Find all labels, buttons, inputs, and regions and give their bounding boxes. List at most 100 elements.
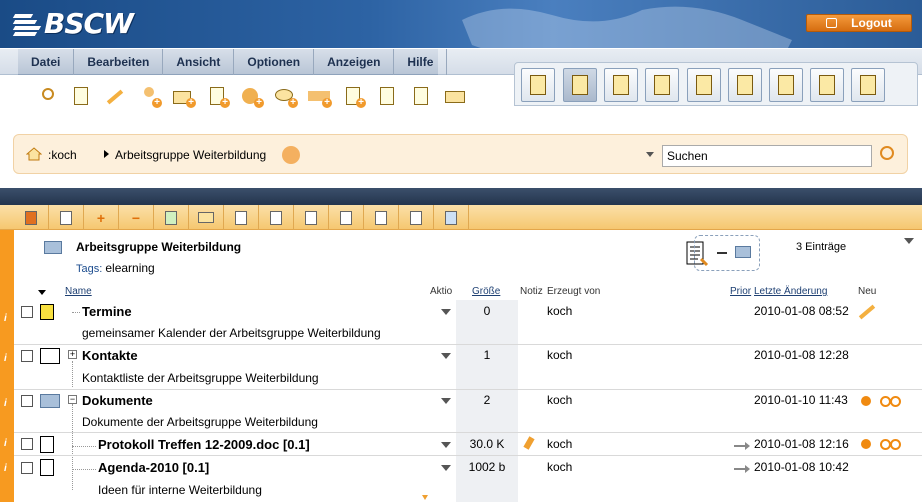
col-groesse[interactable]: Größe <box>472 286 500 297</box>
add-member-icon[interactable]: + <box>136 84 164 110</box>
card-icon[interactable] <box>442 84 470 110</box>
menu-anzeigen[interactable]: Anzeigen <box>314 49 395 75</box>
row-name[interactable]: Kontakte <box>82 348 138 363</box>
logout-button[interactable]: Logout <box>806 14 912 32</box>
col-notiz: Notiz <box>520 286 543 297</box>
pdf-icon[interactable] <box>224 205 259 230</box>
add-url-icon[interactable]: + <box>238 84 266 110</box>
table-row[interactable]: Protokoll Treffen 12-2009.doc [0.1] 30.0… <box>14 433 922 456</box>
collapse-toggle[interactable]: − <box>68 395 77 404</box>
info-icon[interactable]: i <box>4 398 10 409</box>
row-name[interactable]: Termine <box>82 304 132 319</box>
check-icon[interactable] <box>154 205 189 230</box>
expand-toggle[interactable]: + <box>68 350 77 359</box>
col-prior[interactable]: Prior <box>730 286 751 297</box>
shared-folders-icon[interactable] <box>604 68 638 102</box>
home-icon[interactable] <box>26 147 42 161</box>
add-document-icon[interactable]: + <box>204 84 232 110</box>
clipboard-icon[interactable] <box>645 68 679 102</box>
menu-datei[interactable]: Datei <box>18 49 75 75</box>
row-created-by[interactable]: koch <box>547 348 572 362</box>
row-action-dropdown-icon[interactable] <box>441 309 451 315</box>
row-checkbox[interactable] <box>21 462 33 474</box>
add-appointment-icon[interactable]: + <box>306 84 334 110</box>
breadcrumb-current[interactable]: Arbeitsgruppe Weiterbildung <box>115 148 266 162</box>
search-go-icon[interactable] <box>880 146 894 160</box>
search-scope-dropdown-icon[interactable] <box>646 152 654 157</box>
info-icon[interactable]: i <box>4 313 10 324</box>
add-task-icon[interactable]: + <box>340 84 368 110</box>
read-icon[interactable] <box>880 439 901 450</box>
table-row[interactable]: − Dokumente Dokumente der Arbeitsgruppe … <box>14 390 922 490</box>
menu-optionen[interactable]: Optionen <box>234 49 315 75</box>
edit-event-icon[interactable] <box>858 304 876 320</box>
row-created-by[interactable]: koch <box>547 437 572 451</box>
clipboard-view-icon[interactable] <box>521 68 555 102</box>
breadcrumb-root[interactable]: :koch <box>48 148 77 162</box>
table-row[interactable]: + Kontakte Kontaktliste der Arbeitsgrupp… <box>14 345 922 390</box>
row-action-dropdown-icon[interactable] <box>441 442 451 448</box>
new-events-icon[interactable] <box>861 439 871 449</box>
send-icon[interactable] <box>374 84 402 110</box>
lock-icon <box>826 18 838 28</box>
delete-icon[interactable] <box>294 205 329 230</box>
add-discussion-icon[interactable]: + <box>272 84 300 110</box>
export-icon[interactable] <box>434 205 469 230</box>
move-icon[interactable] <box>364 205 399 230</box>
new-events-icon[interactable] <box>861 396 871 406</box>
table-row[interactable]: Agenda-2010 [0.1] Ideen für interne Weit… <box>14 456 922 502</box>
mail-icon[interactable] <box>189 205 224 230</box>
zip-icon[interactable] <box>329 205 364 230</box>
row-created-by[interactable]: koch <box>547 393 572 407</box>
row-size: 0 <box>483 304 491 318</box>
trash-icon[interactable] <box>851 68 885 102</box>
info-icon[interactable]: i <box>4 463 10 474</box>
note-pin-icon[interactable] <box>523 436 535 450</box>
word-document-icon <box>40 436 54 453</box>
menu-hilfe[interactable]: Hilfe <box>394 49 448 75</box>
table-row[interactable]: Termine gemeinsamer Kalender der Arbeits… <box>14 300 922 345</box>
row-action-dropdown-icon[interactable] <box>441 465 451 471</box>
row-name[interactable]: Dokumente <box>82 393 153 408</box>
col-name[interactable]: Name <box>65 286 92 297</box>
row-description: Ideen für interne Weiterbildung <box>98 483 262 497</box>
row-checkbox[interactable] <box>21 438 33 450</box>
row-created-by[interactable]: koch <box>547 460 572 474</box>
row-checkbox[interactable] <box>21 306 33 318</box>
tasks-icon[interactable] <box>810 68 844 102</box>
search-icon[interactable] <box>34 84 62 110</box>
row-created-by[interactable]: koch <box>547 304 572 318</box>
sort-dropdown-icon[interactable] <box>38 290 46 295</box>
info-icon[interactable] <box>68 84 96 110</box>
home-icon[interactable] <box>563 68 597 102</box>
deselect-icon[interactable] <box>49 205 84 230</box>
info-icon[interactable]: i <box>4 353 10 364</box>
folder-menu-dropdown-icon[interactable] <box>904 238 914 244</box>
read-icon[interactable] <box>880 396 901 407</box>
collapse-all-icon[interactable]: − <box>119 205 154 230</box>
menu-ansicht[interactable]: Ansicht <box>163 49 235 75</box>
bag-icon[interactable] <box>687 68 721 102</box>
col-letzte[interactable]: Letzte Änderung <box>754 286 827 297</box>
copy-docs-icon[interactable] <box>259 205 294 230</box>
row-action-dropdown-icon[interactable] <box>441 398 451 404</box>
row-name[interactable]: Agenda-2010 [0.1] <box>98 460 209 475</box>
row-action-dropdown-icon[interactable] <box>441 353 451 359</box>
add-folder-icon[interactable]: + <box>170 84 198 110</box>
row-checkbox[interactable] <box>21 350 33 362</box>
calendar-icon[interactable] <box>769 68 803 102</box>
print-icon[interactable] <box>399 205 434 230</box>
info-icon[interactable]: i <box>4 438 10 449</box>
tags-value[interactable]: elearning <box>105 261 154 275</box>
row-checkbox[interactable] <box>21 395 33 407</box>
copy-icon[interactable] <box>408 84 436 110</box>
target-folder-icon <box>735 246 751 258</box>
drop-target[interactable] <box>694 235 760 271</box>
row-name[interactable]: Protokoll Treffen 12-2009.doc [0.1] <box>98 437 310 452</box>
menu-bearbeiten[interactable]: Bearbeiten <box>74 49 164 75</box>
select-all-icon[interactable] <box>14 205 49 230</box>
expand-all-icon[interactable]: + <box>84 205 119 230</box>
edit-icon[interactable] <box>102 84 130 110</box>
search-input[interactable] <box>662 145 872 167</box>
bookmark-icon[interactable] <box>728 68 762 102</box>
